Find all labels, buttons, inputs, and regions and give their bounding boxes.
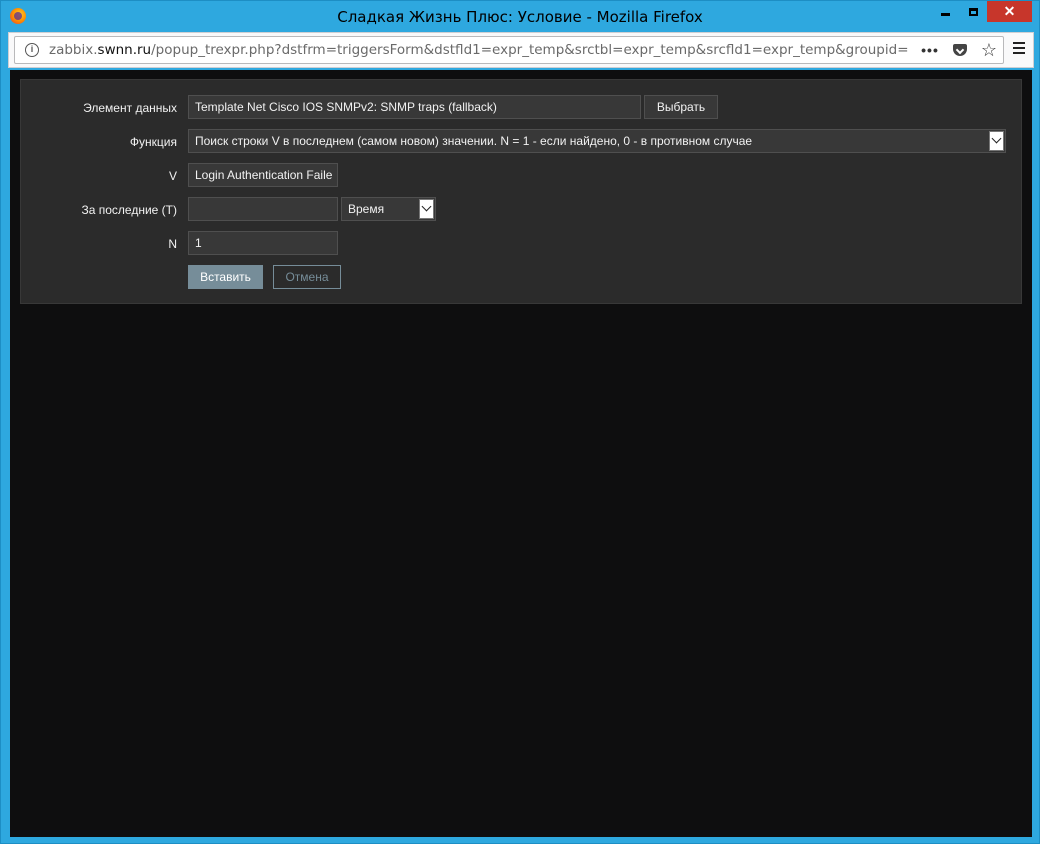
insert-button[interactable]: Вставить: [188, 265, 263, 289]
function-label: Функция: [129, 135, 177, 149]
url-prefix: zabbix.: [49, 42, 98, 58]
function-select[interactable]: Поиск строки V в последнем (самом новом)…: [188, 129, 1006, 153]
item-field[interactable]: Template Net Cisco IOS SNMPv2: SNMP trap…: [188, 95, 641, 119]
maximize-icon: [968, 7, 978, 16]
v-label: V: [168, 169, 177, 183]
window-controls: ✕: [931, 1, 1032, 23]
chevron-down-icon: [419, 199, 434, 219]
v-input[interactable]: Login Authentication Faile: [188, 163, 338, 187]
n-input[interactable]: 1: [188, 231, 338, 255]
period-label: За последние (T): [81, 203, 177, 217]
minimize-icon: [940, 13, 950, 16]
chevron-down-icon: [989, 131, 1004, 151]
close-icon: ✕: [1003, 3, 1016, 19]
period-unit-value: Время: [348, 202, 385, 216]
cancel-button[interactable]: Отмена: [273, 265, 341, 289]
bookmark-star-icon[interactable]: ☆: [981, 41, 997, 59]
close-button[interactable]: ✕: [987, 1, 1032, 22]
page-content: Элемент данных Template Net Cisco IOS SN…: [10, 70, 1032, 837]
title-bar: Сладкая Жизнь Плюс: Условие - Mozilla Fi…: [1, 1, 1039, 32]
browser-window: Сладкая Жизнь Плюс: Условие - Mozilla Fi…: [0, 0, 1040, 844]
period-input[interactable]: [188, 197, 338, 221]
maximize-button[interactable]: [959, 1, 987, 22]
pocket-icon[interactable]: [952, 44, 967, 56]
url-path: /popup_trexpr.php?dstfrm=triggersForm&ds…: [151, 42, 909, 58]
url-actions: ••• ☆: [921, 40, 997, 60]
function-value: Поиск строки V в последнем (самом новом)…: [195, 134, 753, 148]
n-label: N: [168, 237, 177, 251]
url-text[interactable]: zabbix.swnn.ru/popup_trexpr.php?dstfrm=t…: [49, 42, 909, 58]
condition-form: Элемент данных Template Net Cisco IOS SN…: [20, 79, 1022, 304]
window-title: Сладкая Жизнь Плюс: Условие - Mozilla Fi…: [337, 8, 703, 26]
select-button[interactable]: Выбрать: [644, 95, 718, 119]
hamburger-menu-icon[interactable]: [1013, 42, 1025, 54]
info-icon[interactable]: i: [25, 43, 39, 57]
minimize-button[interactable]: [931, 1, 959, 22]
item-label: Элемент данных: [83, 101, 177, 115]
navigation-bar: i zabbix.swnn.ru/popup_trexpr.php?dstfrm…: [8, 32, 1034, 68]
page-actions-icon[interactable]: •••: [921, 42, 939, 58]
period-unit-select[interactable]: Время: [341, 197, 436, 221]
address-bar[interactable]: i zabbix.swnn.ru/popup_trexpr.php?dstfrm…: [14, 36, 1004, 64]
url-domain: swnn.ru: [97, 42, 152, 58]
